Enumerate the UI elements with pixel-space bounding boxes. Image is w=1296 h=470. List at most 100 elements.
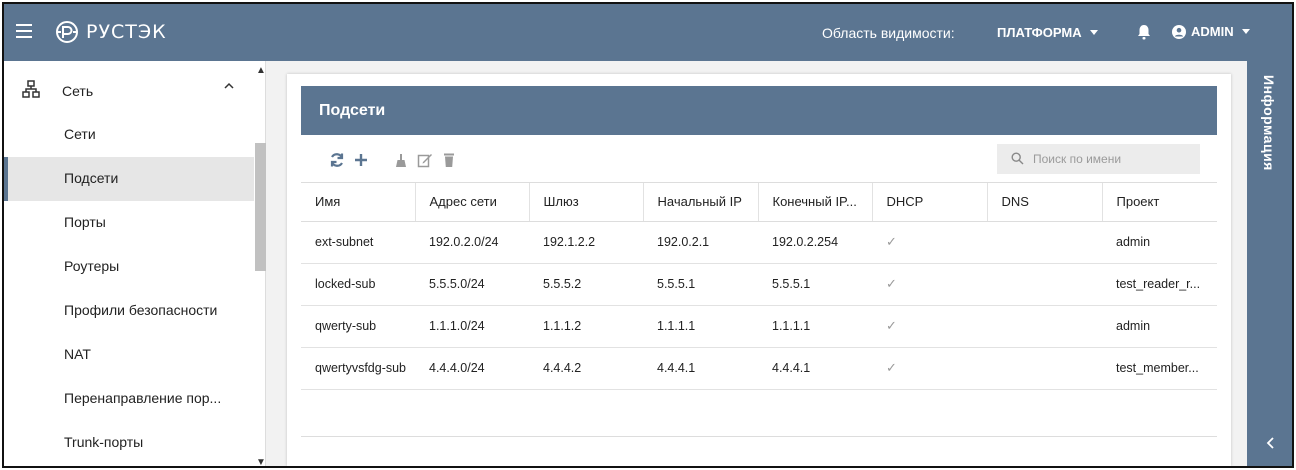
cell-end-ip: 1.1.1.1 xyxy=(758,305,872,348)
subnets-panel: Подсети Поиск по имени Имя Адрес сети Шл… xyxy=(287,74,1231,466)
sidebar-item-nat[interactable]: NAT xyxy=(4,333,254,377)
refresh-icon[interactable] xyxy=(329,152,345,168)
sidebar-item-networks[interactable]: Сети xyxy=(4,113,254,157)
column-header-dhcp[interactable]: DHCP xyxy=(872,183,988,222)
cell-gateway: 192.1.2.2 xyxy=(529,221,643,264)
sidebar-item-port-forwarding[interactable]: Перенаправление пор... xyxy=(4,377,254,421)
plus-icon[interactable] xyxy=(353,152,369,168)
cell-project: admin xyxy=(1102,221,1217,264)
column-header-dns[interactable]: DNS xyxy=(987,183,1103,222)
chevron-up-icon xyxy=(224,82,234,89)
scope-value: ПЛАТФОРМА xyxy=(997,25,1082,40)
logo-text: РУСТЭК xyxy=(86,21,167,43)
column-header-project[interactable]: Проект xyxy=(1102,183,1217,222)
cell-dns xyxy=(987,347,1102,390)
cell-name: ext-subnet xyxy=(301,221,415,264)
cell-name: qwertyvsfdg-sub xyxy=(301,347,415,390)
cell-name: locked-sub xyxy=(301,263,415,306)
panel-header: Подсети xyxy=(301,86,1217,135)
sidebar-item-label: Перенаправление пор... xyxy=(64,390,222,406)
sidebar-scrollbar-thumb[interactable] xyxy=(255,143,266,271)
subnets-table: Имя Адрес сети Шлюз Начальный IP Конечны… xyxy=(301,183,1217,390)
sidebar-item-trunk-ports[interactable]: Trunk-порты xyxy=(4,421,254,465)
menu-icon[interactable] xyxy=(16,24,32,38)
sidebar-section-label: Сеть xyxy=(62,83,94,99)
checkmark-icon: ✓ xyxy=(872,263,987,306)
cell-network-address: 4.4.4.0/24 xyxy=(415,347,529,390)
table-row[interactable]: qwertyvsfdg-sub 4.4.4.0/24 4.4.4.2 4.4.4… xyxy=(301,347,1217,390)
trash-icon[interactable] xyxy=(441,152,457,168)
search-input[interactable] xyxy=(1033,144,1193,174)
sidebar-section-network[interactable]: Сеть xyxy=(4,69,254,113)
scroll-up-arrow[interactable]: ▲ xyxy=(256,65,266,76)
table-header-row: Имя Адрес сети Шлюз Начальный IP Конечны… xyxy=(301,183,1217,222)
table-row[interactable]: locked-sub 5.5.5.0/24 5.5.5.2 5.5.5.1 5.… xyxy=(301,263,1217,306)
cell-end-ip: 192.0.2.254 xyxy=(758,221,872,264)
bell-icon[interactable] xyxy=(1137,24,1151,40)
chevron-left-icon[interactable] xyxy=(1266,437,1276,449)
cell-network-address: 192.0.2.0/24 xyxy=(415,221,529,264)
network-icon xyxy=(22,80,40,98)
cell-start-ip: 192.0.2.1 xyxy=(643,221,758,264)
user-name: ADMIN xyxy=(1191,24,1234,39)
cell-network-address: 5.5.5.0/24 xyxy=(415,263,529,306)
scroll-down-arrow[interactable]: ▼ xyxy=(256,457,266,466)
cell-end-ip: 4.4.4.1 xyxy=(758,347,872,390)
cell-network-address: 1.1.1.0/24 xyxy=(415,305,529,348)
cell-dns xyxy=(987,221,1102,264)
chevron-down-icon xyxy=(1241,29,1250,34)
user-circle-icon xyxy=(1172,24,1186,39)
sidebar-item-label: Подсети xyxy=(64,170,119,186)
sidebar-item-label: Профили безопасности xyxy=(64,302,218,318)
column-header-end-ip[interactable]: Конечный IP... xyxy=(758,183,873,222)
column-header-name[interactable]: Имя xyxy=(301,183,416,222)
scope-dropdown[interactable]: ПЛАТФОРМА xyxy=(997,25,1098,40)
app-frame: РУСТЭК Область видимости: ПЛАТФОРМА ADMI… xyxy=(2,2,1294,468)
table-row[interactable]: qwerty-sub 1.1.1.0/24 1.1.1.2 1.1.1.1 1.… xyxy=(301,305,1217,348)
cell-start-ip: 4.4.4.1 xyxy=(643,347,758,390)
search-box[interactable] xyxy=(997,144,1200,174)
top-bar: РУСТЭК Область видимости: ПЛАТФОРМА ADMI… xyxy=(4,4,1292,61)
toolbar xyxy=(301,135,1217,183)
cell-project: test_reader_r... xyxy=(1102,263,1217,306)
column-header-network-address[interactable]: Адрес сети xyxy=(415,183,530,222)
sidebar-item-label: Роутеры xyxy=(64,258,120,274)
cell-name: qwerty-sub xyxy=(301,305,415,348)
info-rail[interactable]: Информация xyxy=(1247,61,1292,466)
sidebar-item-label: NAT xyxy=(64,346,91,362)
search-icon xyxy=(1011,152,1024,165)
cell-start-ip: 5.5.5.1 xyxy=(643,263,758,306)
logo-icon xyxy=(56,21,78,43)
cell-start-ip: 1.1.1.1 xyxy=(643,305,758,348)
cell-dns xyxy=(987,305,1102,348)
checkmark-icon: ✓ xyxy=(872,221,987,264)
cell-dns xyxy=(987,263,1102,306)
column-header-start-ip[interactable]: Начальный IP xyxy=(643,183,759,222)
scope-label: Область видимости: xyxy=(822,25,955,41)
cell-project: test_member... xyxy=(1102,347,1217,390)
sidebar-item-label: Порты xyxy=(64,214,106,230)
broom-icon[interactable] xyxy=(393,152,409,168)
checkmark-icon: ✓ xyxy=(872,347,987,390)
table-row[interactable]: ext-subnet 192.0.2.0/24 192.1.2.2 192.0.… xyxy=(301,221,1217,264)
cell-gateway: 5.5.5.2 xyxy=(529,263,643,306)
logo[interactable]: РУСТЭК xyxy=(54,18,167,46)
edit-icon[interactable] xyxy=(417,152,433,168)
cell-project: admin xyxy=(1102,305,1217,348)
checkmark-icon: ✓ xyxy=(872,305,987,348)
sidebar-item-subnets[interactable]: Подсети xyxy=(4,157,254,201)
cell-gateway: 1.1.1.2 xyxy=(529,305,643,348)
cell-end-ip: 5.5.5.1 xyxy=(758,263,872,306)
column-header-gateway[interactable]: Шлюз xyxy=(529,183,644,222)
page-title: Подсети xyxy=(319,102,386,119)
user-menu[interactable]: ADMIN xyxy=(1172,24,1250,39)
sidebar-item-security-profiles[interactable]: Профили безопасности xyxy=(4,289,254,333)
table-divider xyxy=(301,436,1217,437)
sidebar-item-routers[interactable]: Роутеры xyxy=(4,245,254,289)
cell-gateway: 4.4.4.2 xyxy=(529,347,643,390)
sidebar: Сеть Сети Подсети Порты Роутеры Профили … xyxy=(4,61,266,466)
sidebar-item-ports[interactable]: Порты xyxy=(4,201,254,245)
sidebar-item-label: Сети xyxy=(64,126,96,142)
sidebar-item-label: Trunk-порты xyxy=(64,434,144,450)
info-rail-label: Информация xyxy=(1261,75,1277,171)
